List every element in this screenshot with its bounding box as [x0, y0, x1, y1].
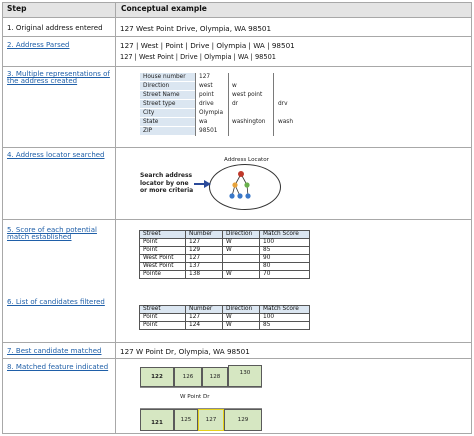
- step-representations-link-line2[interactable]: the address created: [7, 77, 77, 85]
- rep-row: State wa washington wash: [140, 118, 300, 127]
- step-address-parsed-link[interactable]: 2. Address Parsed: [7, 41, 69, 49]
- table-header: [3, 3, 471, 17]
- step-matched-feature-link[interactable]: 8. Matched feature indicated: [7, 363, 108, 371]
- rep-row: City Olympia: [140, 109, 300, 118]
- row-divider: [2, 219, 472, 220]
- parsed-address-text-2: 127 | West Point | Drive | Olympia | WA …: [120, 53, 276, 61]
- header-step: Step: [7, 4, 27, 13]
- locator-title: Address Locator: [224, 157, 269, 163]
- table-row: Point 129 W 85: [139, 246, 310, 255]
- locator-search-text: Search address locator by one or more cr…: [140, 172, 194, 194]
- rep-row: Street type drive dr drv: [140, 100, 300, 109]
- parcel: 129: [224, 409, 262, 431]
- table-row: West Point 127 90: [139, 254, 310, 263]
- row-divider: [2, 36, 472, 37]
- road-label: W Point Dr: [180, 394, 210, 400]
- filtered-candidates-table: Street Number Direction Match Score Poin…: [139, 305, 310, 330]
- parcel: 128: [202, 367, 228, 387]
- rep-row: House number 127: [140, 73, 300, 82]
- rep-row: Direction west w: [140, 82, 300, 91]
- matched-parcel: 127: [198, 409, 224, 431]
- best-candidate-text: 127 W Point Dr, Olympia, WA 98501: [120, 347, 250, 356]
- parcel: 125: [174, 409, 198, 431]
- parsed-address-text-1: 127 | West | Point | Drive | Olympia | W…: [120, 41, 295, 50]
- table-row: Point 127 W 100: [139, 238, 310, 247]
- step-candidates-filtered-link[interactable]: 6. List of candidates filtered: [7, 298, 105, 306]
- row-divider: [2, 147, 472, 148]
- step-best-candidate-link[interactable]: 7. Best candidate matched: [7, 347, 102, 355]
- step-original-address: 1. Original address entered: [7, 24, 103, 32]
- table-row: Point 127 W 100: [139, 313, 310, 322]
- row-divider: [2, 17, 472, 18]
- parcel: 126: [174, 367, 202, 387]
- score-table: Street Number Direction Match Score Poin…: [139, 230, 310, 279]
- representations-table: House number 127 Direction west w Street Na…: [140, 73, 300, 136]
- parcel-map: W Point Dr 122 126 128 130 121 125 127 1…: [140, 365, 262, 432]
- table-row: West Point 137 80: [139, 262, 310, 271]
- step-locator-searched-link[interactable]: 4. Address locator searched: [7, 151, 105, 159]
- rep-row: Street Name point west point: [140, 91, 300, 100]
- row-divider: [2, 358, 472, 359]
- original-address-text: 127 West Point Drive, Olympia, WA 98501: [120, 24, 272, 33]
- table-header-row: Street Number Direction Match Score: [139, 230, 310, 239]
- parcel: 121: [140, 409, 174, 431]
- parcel: 122: [140, 367, 174, 387]
- page: Step Conceptual example 1. Original addr…: [0, 0, 474, 436]
- table-row: Point 124 W 85: [139, 321, 310, 330]
- table-row: Pointe 138 W 70: [139, 270, 310, 279]
- rep-row: ZIP 98501: [140, 127, 300, 136]
- row-divider: [2, 66, 472, 67]
- header-example: Conceptual example: [121, 4, 207, 13]
- table-header-row: Street Number Direction Match Score: [139, 305, 310, 314]
- row-divider: [2, 342, 472, 343]
- step-score-link-line2[interactable]: match established: [7, 233, 72, 241]
- locator-tree-icon: [194, 171, 251, 199]
- parcel: 130: [228, 365, 262, 387]
